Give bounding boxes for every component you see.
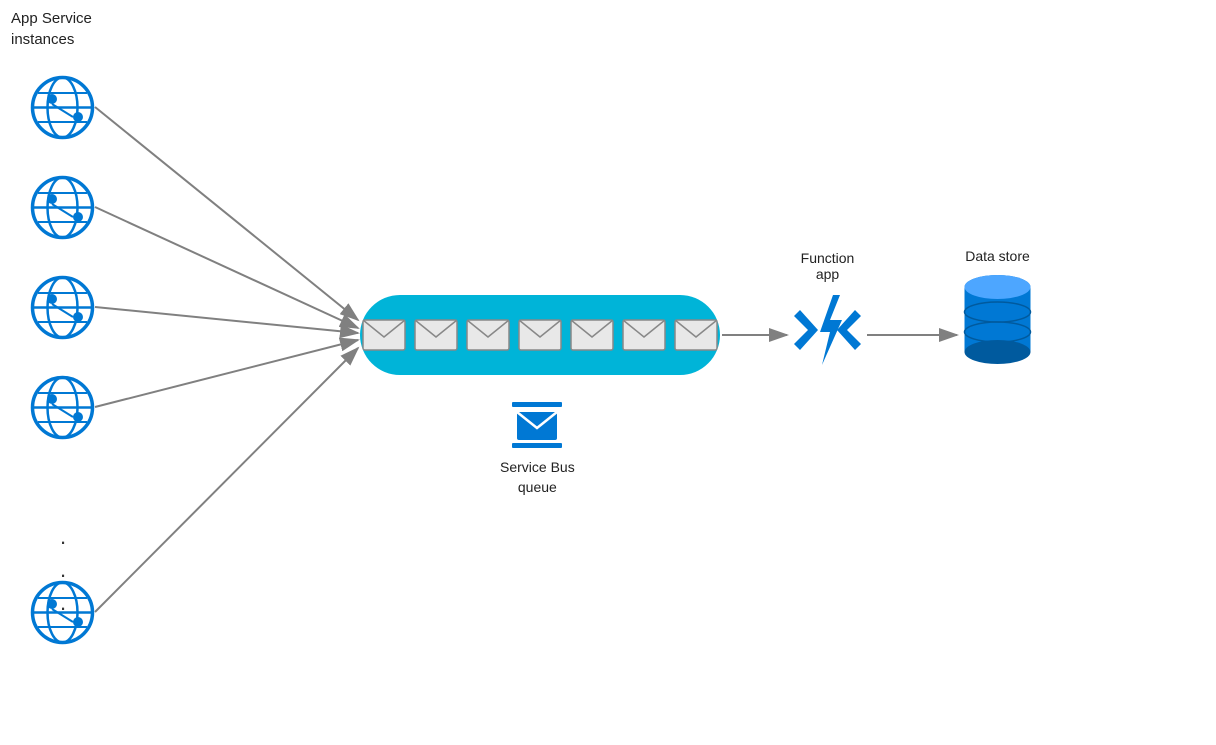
envelope-5 (570, 319, 614, 351)
function-app-label: Functionapp (801, 250, 855, 282)
service-bus-queue (360, 295, 720, 375)
app-service-label: App Serviceinstances (11, 8, 92, 50)
envelope-6 (622, 319, 666, 351)
service-bus-label: Service Busqueue (500, 458, 575, 497)
service-bus-icon-container: Service Busqueue (500, 400, 575, 497)
dots-label: ... (60, 520, 66, 619)
envelope-3 (466, 319, 510, 351)
data-store-icon (960, 272, 1035, 367)
function-app-icon (790, 290, 865, 370)
envelope-2 (414, 319, 458, 351)
envelope-4 (518, 319, 562, 351)
envelope-7 (674, 319, 718, 351)
app-service-globe-3 (30, 275, 95, 340)
envelope-1 (362, 319, 406, 351)
function-app-container: Functionapp (790, 250, 865, 370)
service-bus-icon (507, 400, 567, 450)
app-service-globe-1 (30, 75, 95, 140)
app-service-globe-2 (30, 175, 95, 240)
data-store-container: Data store (960, 248, 1035, 367)
diagram-container: App Serviceinstances (0, 0, 1216, 745)
data-store-label: Data store (965, 248, 1030, 264)
app-service-globe-4 (30, 375, 95, 440)
